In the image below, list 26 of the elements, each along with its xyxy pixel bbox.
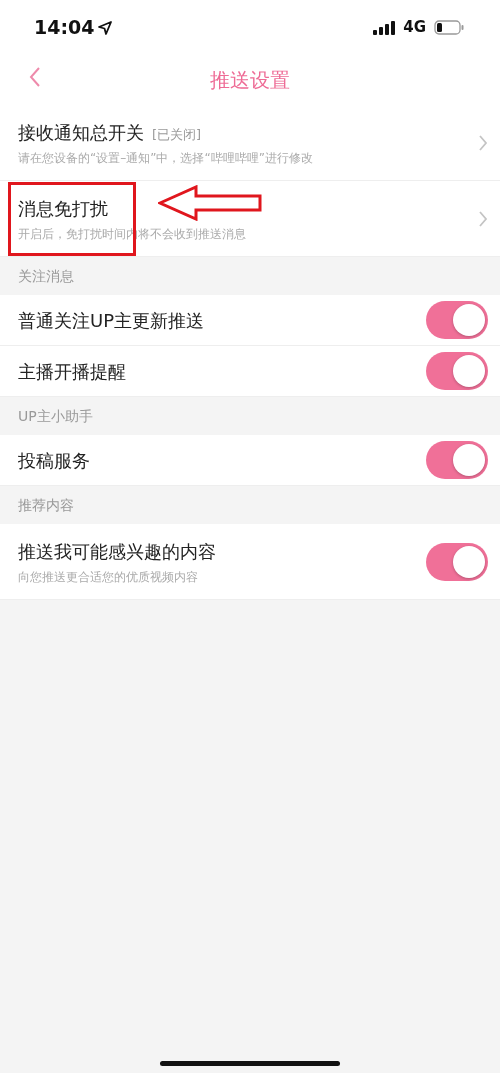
row-description: 向您推送更合适您的优质视频内容	[18, 568, 199, 586]
section-header: UP主小助手	[18, 406, 93, 426]
status-time: 14:04	[34, 15, 95, 41]
row-title: 消息免打扰	[18, 196, 108, 221]
back-button[interactable]	[28, 65, 42, 89]
chevron-icon	[478, 209, 488, 228]
row-title: 普通关注UP主更新推送	[18, 308, 206, 333]
toggle-switch[interactable]	[426, 301, 488, 339]
row-description: 请在您设备的“设置–通知”中，选择“哔哩哔哩”进行修改	[18, 149, 314, 167]
settings-row[interactable]: 接收通知总开关 [已关闭] 请在您设备的“设置–通知”中，选择“哔哩哔哩”进行修改	[0, 105, 500, 181]
location-icon	[98, 20, 113, 35]
toggle-switch[interactable]	[426, 352, 488, 390]
row-title: 主播开播提醒	[18, 359, 127, 384]
signal-icon	[373, 20, 396, 35]
row-title: 投稿服务	[18, 448, 91, 473]
section-header: 关注消息	[18, 266, 74, 286]
toggle-switch[interactable]	[426, 542, 488, 581]
chevron-icon	[478, 133, 488, 152]
network-label: 4G	[403, 17, 426, 39]
section-header: 推荐内容	[18, 495, 74, 515]
row-title: 推送我可能感兴趣的内容	[18, 539, 217, 564]
toggle-switch[interactable]	[426, 441, 488, 479]
page-title: 推送设置	[210, 67, 290, 94]
battery-icon	[434, 20, 464, 35]
row-title: 接收通知总开关	[18, 120, 144, 145]
status-tag: [已关闭]	[152, 124, 202, 144]
